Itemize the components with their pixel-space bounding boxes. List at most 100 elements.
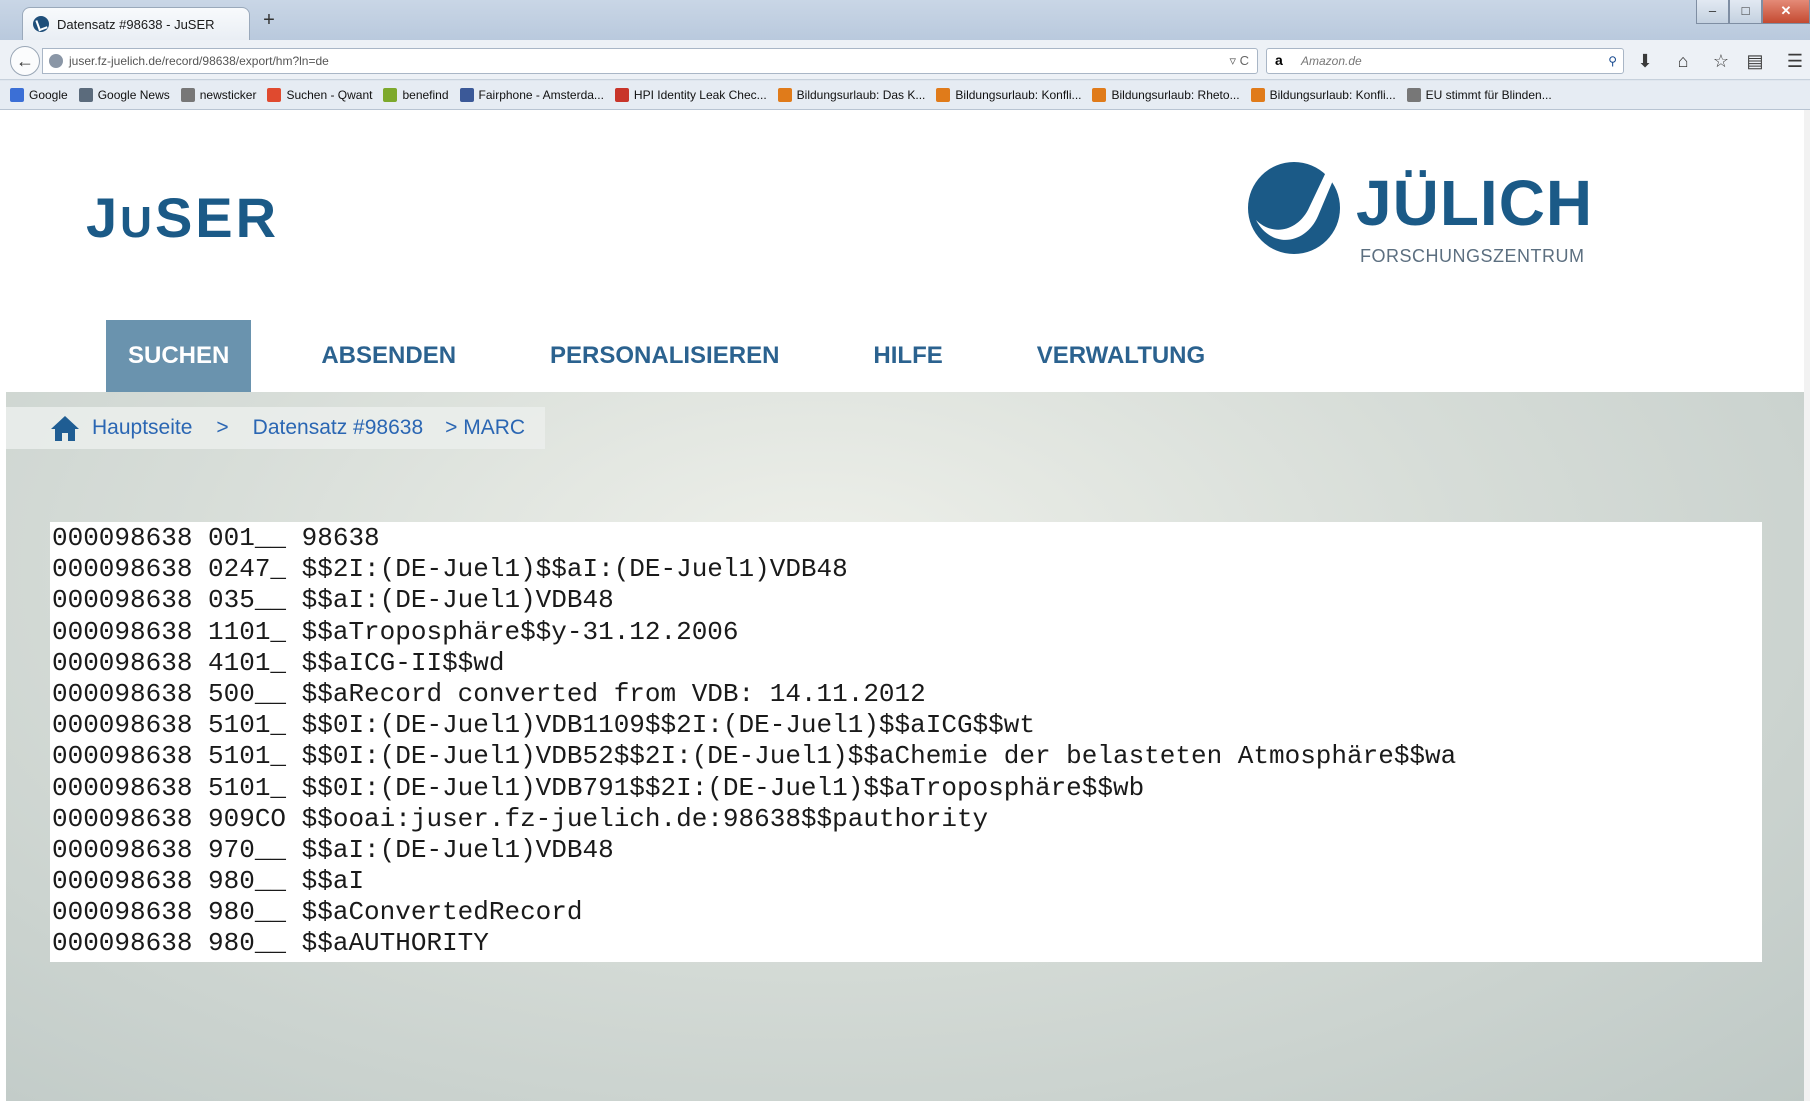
search-bar[interactable]: a Amazon.de ⚲ [1266, 48, 1624, 74]
marc-row: 000098638 035__ $$aI:(DE-Juel1)VDB48 [52, 585, 614, 616]
bookmark-label: EU stimmt für Blinden... [1425, 88, 1552, 102]
tab-title: Datensatz #98638 - JuSER [57, 16, 215, 32]
logo-letter-j: J [86, 186, 121, 249]
qwant-icon [267, 88, 282, 102]
juelich-logo[interactable]: JÜLICH FORSCHUNGSZENTRUM [1244, 148, 1592, 278]
bookmark-label: Google [29, 88, 68, 102]
newsticker-icon [180, 88, 195, 102]
search-placeholder: Amazon.de [1301, 54, 1362, 68]
browser-chrome: Datensatz #98638 - JuSER + – □ ✕ ← juser… [0, 0, 1810, 110]
juser-logo[interactable]: JUSER [86, 185, 279, 250]
home-icon[interactable] [50, 414, 80, 442]
vertical-scrollbar[interactable] [1804, 110, 1810, 1101]
marc-row: 000098638 500__ $$aRecord converted from… [52, 678, 926, 709]
bookmark-label: newsticker [199, 88, 257, 102]
amazon-icon: a [1275, 52, 1283, 68]
back-button[interactable]: ← [10, 46, 40, 76]
link-icon [936, 88, 951, 102]
url-bar[interactable]: juser.fz-juelich.de/record/98638/export/… [42, 48, 1258, 74]
marc-row: 000098638 4101_ $$aICG-II$$wd [52, 647, 505, 678]
bookmark-item[interactable]: newsticker [180, 88, 257, 102]
marc-row: 000098638 0247_ $$2I:(DE-Juel1)$$aI:(DE-… [52, 554, 848, 585]
marc-row: 000098638 970__ $$aI:(DE-Juel1)VDB48 [52, 834, 614, 865]
google-icon [10, 88, 24, 102]
news-icon [78, 88, 93, 102]
marc-row: 000098638 980__ $$aConvertedRecord [52, 897, 583, 928]
navigation-bar: ← juser.fz-juelich.de/record/98638/expor… [0, 40, 1810, 80]
home-icon[interactable]: ⌂ [1672, 50, 1694, 72]
url-text: juser.fz-juelich.de/record/98638/export/… [69, 54, 329, 68]
newsticker-icon [1406, 88, 1421, 102]
link-icon [1092, 88, 1107, 102]
globe-icon [49, 54, 63, 68]
close-button[interactable]: ✕ [1762, 0, 1810, 24]
bookmark-item[interactable]: Bildungsurlaub: Rheto... [1092, 88, 1240, 102]
bookmark-label: Bildungsurlaub: Konfli... [1269, 88, 1396, 102]
marc-row: 000098638 001__ 98638 [52, 523, 380, 553]
marc-row: 000098638 5101_ $$0I:(DE-Juel1)VDB52$$2I… [52, 741, 1457, 772]
minimize-button[interactable]: – [1696, 0, 1729, 24]
bookmark-item[interactable]: Google [10, 88, 68, 102]
bookmark-label: Bildungsurlaub: Konfli... [955, 88, 1082, 102]
juelich-name: JÜLICH [1356, 167, 1594, 239]
bookmark-label: Suchen - Qwant [286, 88, 373, 102]
bookmark-item[interactable]: Suchen - Qwant [267, 88, 372, 102]
bookmark-item[interactable]: HPI Identity Leak Chec... [614, 88, 767, 102]
breadcrumb-home-link[interactable]: Hauptseite [92, 416, 192, 440]
menu-item-personalisieren[interactable]: PERSONALISIEREN [528, 320, 801, 392]
window-controls: – □ ✕ [1696, 0, 1810, 28]
bookmark-item[interactable]: Bildungsurlaub: Konfli... [936, 88, 1081, 102]
logo-letter-u: U [120, 198, 155, 247]
maximize-button[interactable]: □ [1729, 0, 1762, 24]
juelich-mark-icon [1248, 162, 1340, 254]
bookmark-label: HPI Identity Leak Chec... [633, 88, 767, 102]
search-icon[interactable]: ⚲ [1608, 49, 1617, 73]
marc-row: 000098638 980__ $$aI [52, 866, 365, 897]
bookmark-item[interactable]: benefind [383, 88, 449, 102]
juser-favicon-icon [33, 16, 49, 32]
bookmark-item[interactable]: Fairphone - Amsterda... [459, 88, 604, 102]
marc-row: 000098638 980__ $$aAUTHORITY [52, 928, 489, 959]
marc-row: 000098638 1101_ $$aTroposphäre$$y-31.12.… [52, 616, 739, 647]
clipboard-icon[interactable]: ▤ [1744, 50, 1766, 72]
menu-item-suchen[interactable]: SUCHEN [106, 320, 252, 392]
link-icon [1250, 88, 1265, 102]
page: JUSER JÜLICH FORSCHUNGSZENTRUM SUCHEN ABS… [6, 110, 1806, 1101]
breadcrumb-current: > MARC [445, 416, 526, 439]
logo-letters-ser: SER [154, 186, 280, 249]
juelich-subtitle: FORSCHUNGSZENTRUM [1360, 246, 1585, 266]
bookmark-item[interactable]: Google News [78, 88, 170, 102]
breadcrumb-record-link[interactable]: Datensatz #98638 [253, 416, 423, 440]
reload-icon[interactable]: ▿ C [1229, 49, 1249, 73]
bookmark-item[interactable]: Bildungsurlaub: Das K... [777, 88, 926, 102]
breadcrumb: Hauptseite > Datensatz #98638 > MARC [6, 407, 545, 449]
link-icon [777, 88, 792, 102]
bookmarks-bar: Google Google News newsticker Suchen - Qwan… [0, 81, 1810, 110]
title-bar: Datensatz #98638 - JuSER + – □ ✕ [0, 0, 1810, 40]
browser-tab[interactable]: Datensatz #98638 - JuSER [22, 7, 250, 40]
marc-row: 000098638 5101_ $$0I:(DE-Juel1)VDB1109$$… [52, 710, 1035, 741]
bookmark-label: Bildungsurlaub: Rheto... [1111, 88, 1240, 102]
marc-row: 000098638 5101_ $$0I:(DE-Juel1)VDB791$$2… [52, 772, 1145, 803]
main-menu: SUCHEN ABSENDEN PERSONALISIEREN HILFE VERWAL… [106, 320, 1277, 392]
bookmark-label: benefind [402, 88, 449, 102]
bookmark-star-icon[interactable]: ☆ [1710, 50, 1732, 72]
marc-record-box: 000098638 001__ 98638 000098638 0247_ $$2… [50, 522, 1762, 962]
menu-icon[interactable]: ☰ [1784, 50, 1806, 72]
menu-item-absenden[interactable]: ABSENDEN [299, 320, 478, 392]
marc-row: 000098638 909CO $$ooai:juser.fz-juelich.… [52, 803, 989, 834]
new-tab-button[interactable]: + [258, 9, 280, 31]
content-area: Hauptseite > Datensatz #98638 > MARC 000… [6, 392, 1806, 1101]
menu-item-hilfe[interactable]: HILFE [851, 320, 964, 392]
bookmark-item[interactable]: Bildungsurlaub: Konfli... [1250, 88, 1396, 102]
download-icon[interactable]: ⬇ [1634, 50, 1656, 72]
bookmark-label: Bildungsurlaub: Das K... [796, 88, 926, 102]
menu-item-verwaltung[interactable]: VERWALTUNG [1015, 320, 1227, 392]
bookmark-label: Fairphone - Amsterda... [478, 88, 604, 102]
breadcrumb-separator: > [216, 416, 229, 439]
benefind-icon [383, 88, 398, 102]
facebook-icon [459, 88, 474, 102]
bookmark-label: Google News [97, 88, 170, 102]
bookmark-item[interactable]: EU stimmt für Blinden... [1406, 88, 1552, 102]
hpi-icon [614, 88, 629, 102]
